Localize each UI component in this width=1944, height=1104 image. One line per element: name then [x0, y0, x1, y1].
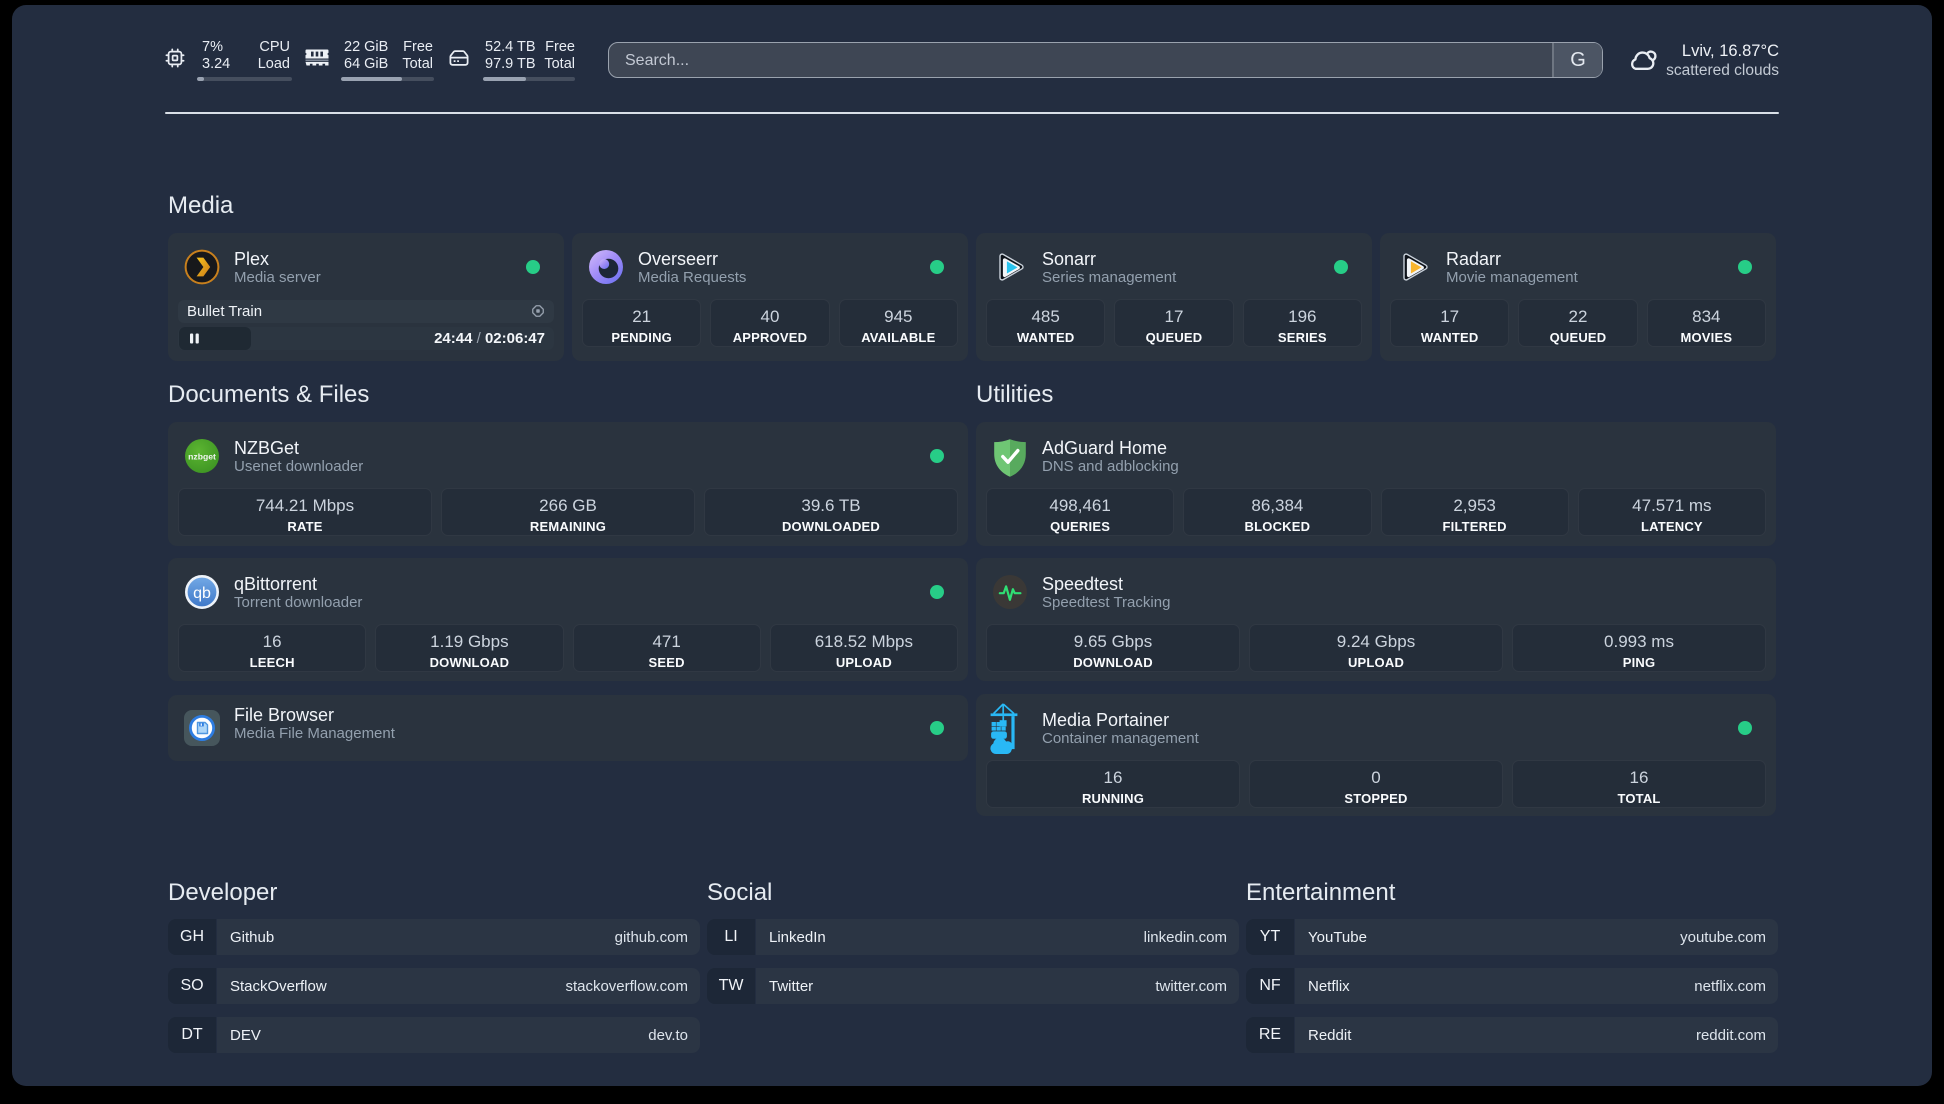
svg-text:nzbget: nzbget: [188, 452, 216, 462]
svg-text:qb: qb: [193, 585, 211, 602]
